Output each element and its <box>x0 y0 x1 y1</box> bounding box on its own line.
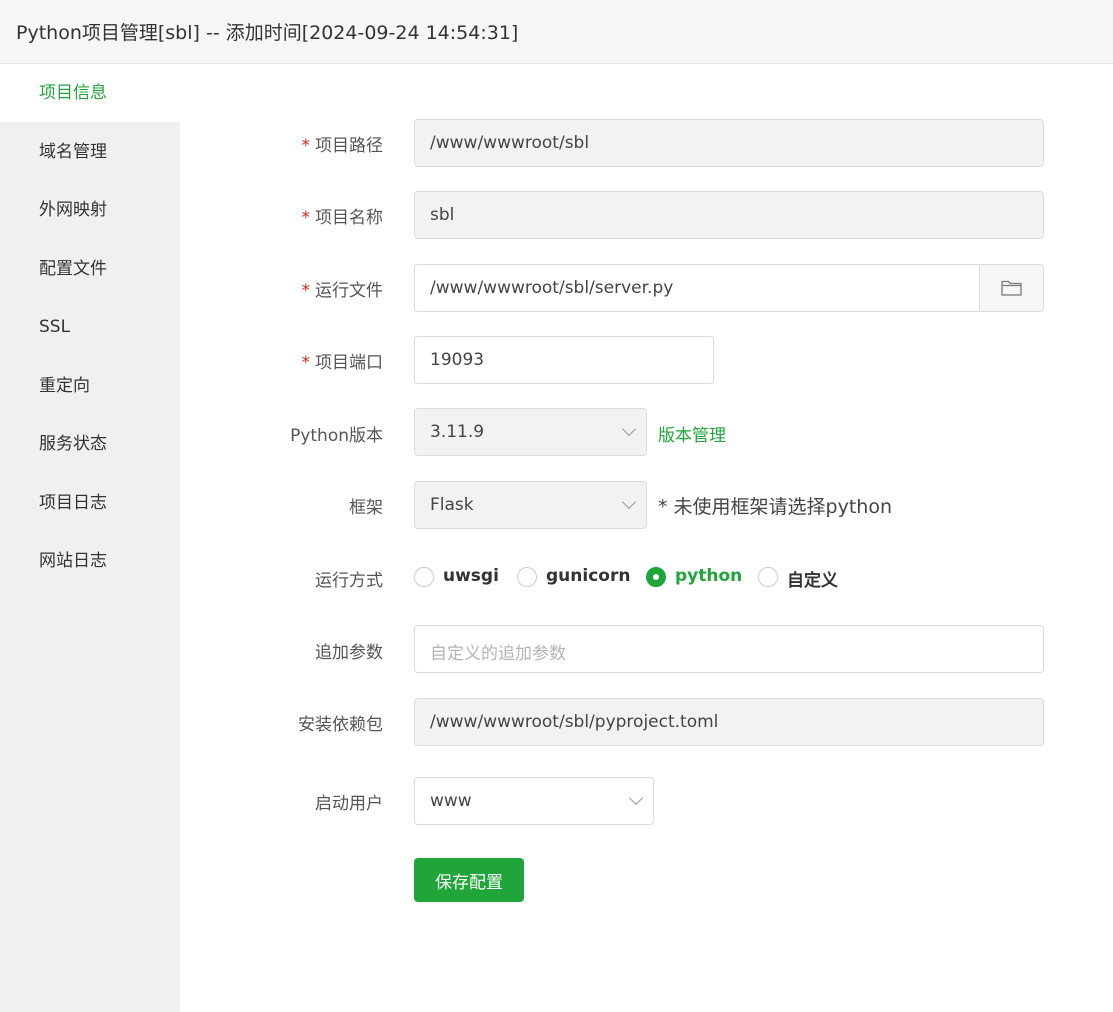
radio-circle <box>414 567 434 587</box>
extra-args-input[interactable]: 自定义的追加参数 <box>414 625 1044 673</box>
title-bar: Python项目管理[sbl] -- 添加时间[2024-09-24 14:54… <box>0 0 1113 64</box>
sidebar-item-project-log[interactable]: 项目日志 <box>0 474 180 532</box>
project-name-value: sbl <box>430 205 455 225</box>
required-mark: * <box>301 281 311 301</box>
required-mark: * <box>301 353 311 373</box>
project-path-label: * 项目路径 <box>301 136 384 156</box>
framework-hint: * 未使用框架请选择python <box>658 496 893 518</box>
run-user-select[interactable]: www <box>414 777 654 825</box>
run-user-value: www <box>430 791 472 811</box>
project-path-value: /www/wwwroot/sbl <box>430 133 590 153</box>
run-file-value: /www/wwwroot/sbl/server.py <box>430 278 674 298</box>
sidebar-item-service-status[interactable]: 服务状态 <box>0 415 180 473</box>
sidebar: 项目信息 域名管理 外网映射 配置文件 SSL 重定向 服务状态 项目日志 网站… <box>0 64 180 1012</box>
sidebar-item-ssl[interactable]: SSL <box>0 298 180 356</box>
folder-icon <box>1001 280 1022 296</box>
run-user-label: 启动用户 <box>315 794 383 814</box>
window-title: Python项目管理[sbl] -- 添加时间[2024-09-24 14:54… <box>16 22 519 44</box>
required-mark: * <box>301 136 311 156</box>
run-mode-radio-custom[interactable]: 自定义 <box>758 566 848 591</box>
sidebar-item-domain-management[interactable]: 域名管理 <box>0 123 180 181</box>
sidebar-item-external-mapping[interactable]: 外网映射 <box>0 181 180 239</box>
run-mode-label: 运行方式 <box>315 571 383 591</box>
run-file-field[interactable]: /www/wwwroot/sbl/server.py <box>414 264 1044 312</box>
python-version-select[interactable]: 3.11.9 <box>414 408 647 456</box>
framework-value: Flask <box>430 495 474 515</box>
run-mode-radio-gunicorn[interactable]: gunicorn <box>517 566 630 590</box>
run-mode-radio-uwsgi[interactable]: uwsgi <box>414 566 499 590</box>
project-name-field[interactable]: sbl <box>414 191 1044 239</box>
chevron-down-icon <box>621 494 637 510</box>
sidebar-item-redirect[interactable]: 重定向 <box>0 357 180 415</box>
radio-circle <box>517 567 537 587</box>
chevron-down-icon <box>621 421 637 437</box>
save-config-button[interactable]: 保存配置 <box>414 858 524 902</box>
project-port-value: 19093 <box>430 350 485 370</box>
extra-args-placeholder: 自定义的追加参数 <box>430 644 566 664</box>
radio-circle-checked <box>646 567 666 587</box>
project-info-form: * 项目路径 /www/wwwroot/sbl * 项目名称 sbl * 运行文件 /… <box>180 64 1113 1012</box>
sidebar-item-site-log[interactable]: 网站日志 <box>0 532 180 590</box>
framework-select[interactable]: Flask <box>414 481 647 529</box>
dependencies-value: /www/wwwroot/sbl/pyproject.toml <box>430 712 719 732</box>
run-mode-radio-python[interactable]: python <box>646 566 742 590</box>
python-version-value: 3.11.9 <box>430 422 485 442</box>
browse-folder-button[interactable] <box>979 265 1043 311</box>
project-port-label: * 项目端口 <box>301 353 384 373</box>
dependencies-field[interactable]: /www/wwwroot/sbl/pyproject.toml <box>414 698 1044 746</box>
chevron-down-icon <box>628 790 644 806</box>
sidebar-item-project-info[interactable]: 项目信息 <box>0 64 180 122</box>
project-name-label: * 项目名称 <box>301 208 384 228</box>
extra-args-label: 追加参数 <box>315 643 383 663</box>
project-port-field[interactable]: 19093 <box>414 336 714 384</box>
version-management-link[interactable]: 版本管理 <box>658 421 726 446</box>
dependencies-label: 安装依赖包 <box>298 715 383 735</box>
radio-circle <box>758 567 778 587</box>
run-file-label: * 运行文件 <box>301 281 384 301</box>
python-version-label: Python版本 <box>290 426 383 446</box>
required-mark: * <box>301 208 311 228</box>
sidebar-item-config-file[interactable]: 配置文件 <box>0 240 180 298</box>
framework-label: 框架 <box>349 498 383 518</box>
project-path-field[interactable]: /www/wwwroot/sbl <box>414 119 1044 167</box>
